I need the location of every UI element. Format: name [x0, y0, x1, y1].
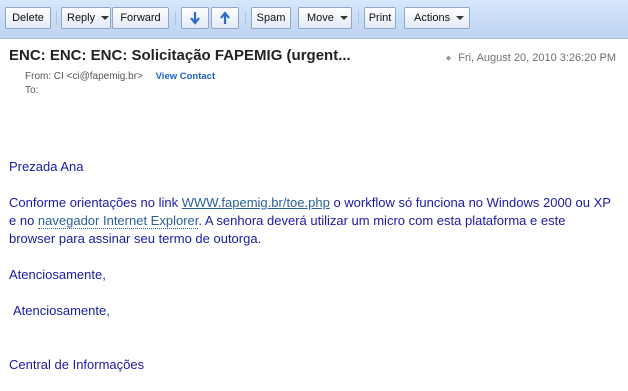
arrow-down-icon	[190, 12, 200, 25]
next-message-button[interactable]	[181, 7, 209, 29]
toolbar-divider	[175, 11, 176, 25]
browser-link[interactable]: navegador Internet Explorer	[37, 213, 199, 229]
paragraph-text: Conforme orientações no link	[9, 195, 182, 210]
signature: Central de Informações	[9, 357, 145, 372]
print-label: Print	[368, 12, 392, 24]
body-paragraph: Conforme orientações no link WWW.fapemig…	[9, 194, 615, 248]
actions-label: Actions	[414, 12, 451, 24]
chevron-down-icon	[101, 16, 110, 21]
message-subject: ENC: ENC: ENC: Solicitação FAPEMIG (urge…	[9, 47, 351, 64]
to-row: To:	[25, 85, 51, 96]
toolbar-divider	[56, 11, 57, 25]
reply-label: Reply	[67, 12, 96, 24]
fapemig-link[interactable]: WWW.fapemig.br/toe.php	[182, 195, 330, 210]
forward-button[interactable]: Forward	[112, 7, 169, 29]
date-text: Fri, August 20, 2010 3:26:20 PM	[458, 52, 616, 64]
greeting: Prezada Ana	[9, 159, 84, 174]
previous-message-button[interactable]	[211, 7, 239, 29]
move-label: Move	[307, 12, 334, 24]
toolbar-divider	[245, 11, 246, 25]
move-button[interactable]: Move	[298, 7, 352, 29]
spam-label: Spam	[256, 12, 286, 24]
from-label: From:	[25, 71, 52, 82]
actions-button[interactable]: Actions	[404, 7, 470, 29]
from-row: From: CI <ci@fapemig.br> View Contact	[25, 71, 215, 82]
chevron-down-icon	[456, 16, 465, 21]
view-contact-link[interactable]: View Contact	[156, 71, 215, 82]
closing-line: Atenciosamente,	[9, 267, 106, 282]
toolbar-divider	[358, 11, 359, 25]
sender-address: CI <ci@fapemig.br>	[53, 71, 143, 82]
reply-button[interactable]: Reply	[61, 7, 111, 29]
print-button[interactable]: Print	[364, 7, 396, 29]
message-date: ◆ Fri, August 20, 2010 3:26:20 PM	[446, 52, 616, 64]
chevron-down-icon	[339, 16, 348, 21]
forward-label: Forward	[120, 12, 161, 24]
bullet-icon: ◆	[445, 55, 452, 63]
to-label: To:	[25, 85, 39, 96]
spam-button[interactable]: Spam	[251, 7, 291, 29]
closing-line: Atenciosamente,	[13, 303, 110, 318]
arrow-up-icon	[220, 11, 230, 24]
delete-button[interactable]: Delete	[5, 7, 51, 29]
delete-label: Delete	[12, 12, 44, 24]
message-toolbar: Delete Reply Forward Spam Move Print Act…	[0, 0, 628, 39]
